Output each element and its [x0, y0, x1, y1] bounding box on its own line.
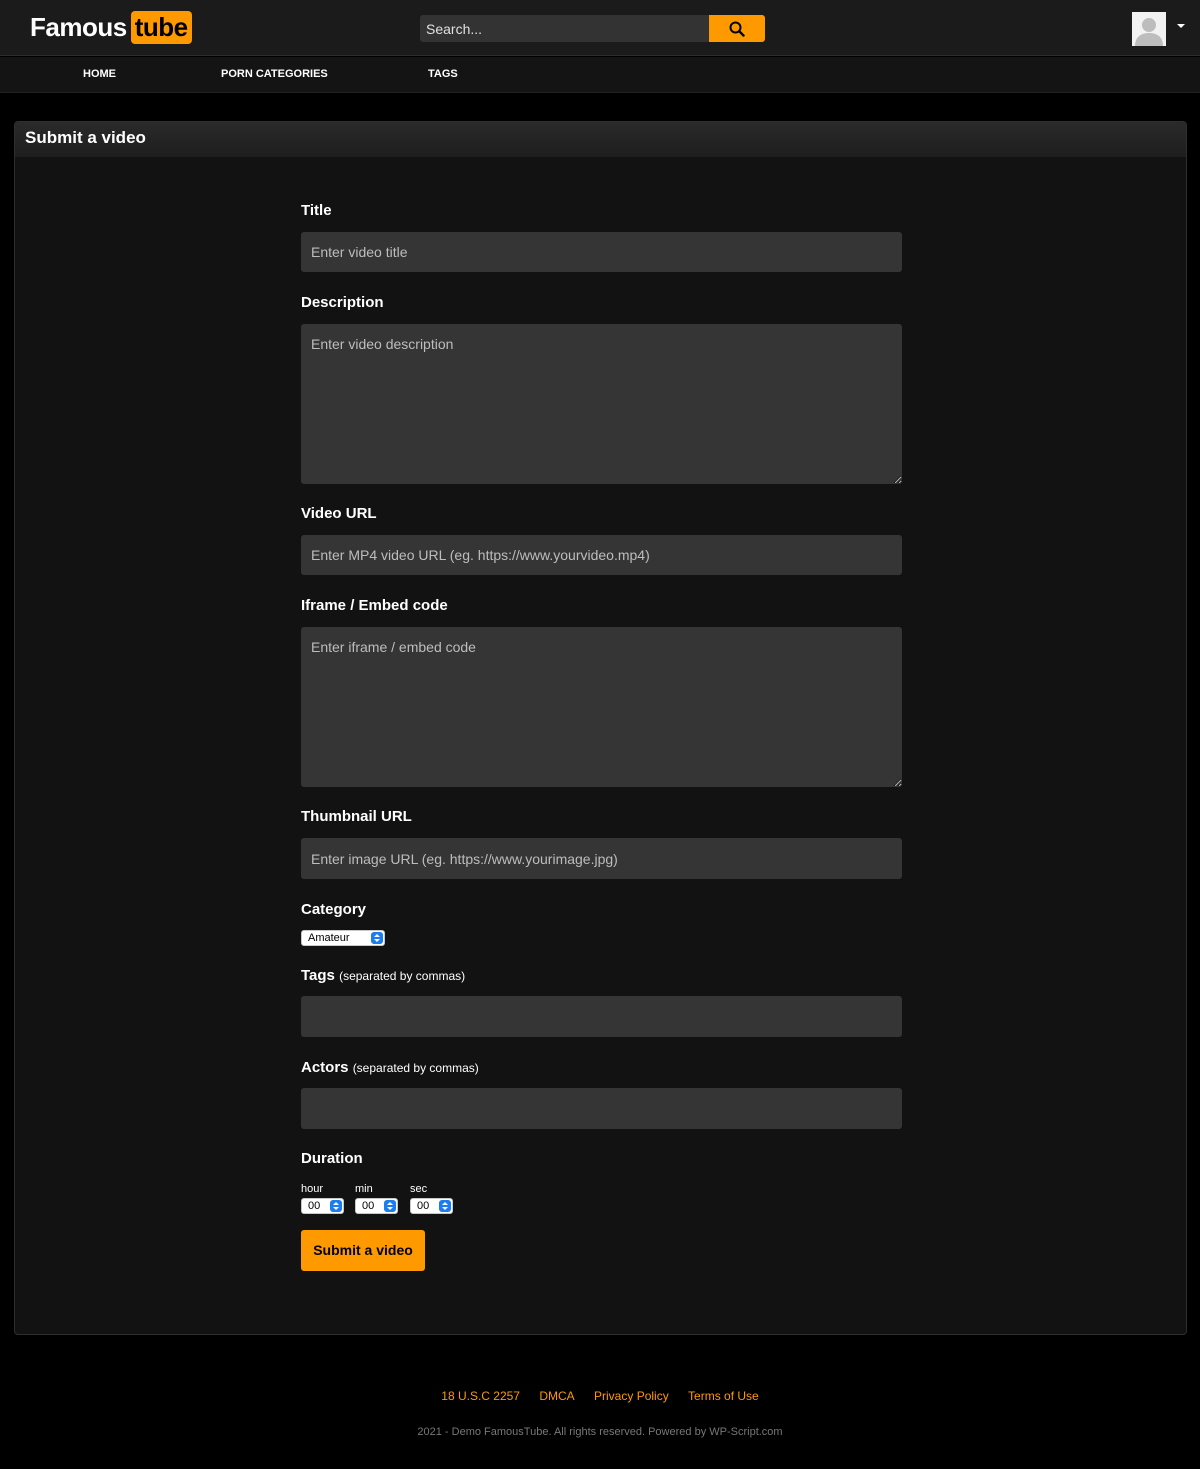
footer-links: 18 U.S.C 2257 DMCA Privacy Policy Terms … [0, 1389, 1200, 1403]
hour-select[interactable]: 00 [301, 1198, 344, 1214]
nav-item-tags[interactable]: TAGS [428, 68, 458, 80]
search-icon [729, 21, 745, 37]
video-url-label: Video URL [301, 505, 377, 522]
search-input[interactable] [420, 15, 709, 42]
thumbnail-input[interactable] [301, 838, 902, 879]
tags-label: Tags (separated by commas) [301, 967, 465, 984]
min-select[interactable]: 00 [355, 1198, 398, 1214]
user-menu-caret-icon[interactable] [1177, 24, 1185, 28]
video-url-input[interactable] [301, 535, 902, 575]
tags-label-text: Tags [301, 967, 335, 984]
min-value: 00 [362, 1200, 375, 1212]
hour-label: hour [301, 1183, 324, 1195]
actors-label-text: Actors [301, 1059, 349, 1076]
user-avatar-button[interactable] [1132, 12, 1166, 46]
category-select[interactable]: Amateur [301, 930, 385, 946]
top-header: Famous tube [0, 0, 1200, 56]
title-label: Title [301, 202, 332, 219]
embed-textarea[interactable] [301, 627, 902, 787]
submit-panel: Submit a video Title Description Video U… [14, 121, 1187, 1335]
site-logo[interactable]: Famous tube [30, 10, 192, 44]
sec-value: 00 [417, 1200, 430, 1212]
main-nav: HOME PORN CATEGORIES TAGS [0, 57, 1200, 93]
submit-video-button[interactable]: Submit a video [301, 1230, 425, 1271]
duration-label: Duration [301, 1150, 363, 1167]
footer-link-2257[interactable]: 18 U.S.C 2257 [441, 1389, 520, 1403]
nav-item-home[interactable]: HOME [83, 68, 116, 80]
description-label: Description [301, 294, 384, 311]
logo-text-famous: Famous [30, 11, 127, 42]
actors-hint: (separated by commas) [352, 1061, 479, 1075]
user-avatar-icon [1132, 12, 1166, 46]
page-title: Submit a video [25, 128, 146, 147]
category-label: Category [301, 901, 367, 918]
select-arrows-icon [384, 1200, 396, 1212]
select-arrows-icon [371, 932, 383, 944]
search-bar [420, 15, 765, 42]
footer-link-terms[interactable]: Terms of Use [688, 1389, 759, 1403]
min-label: min [355, 1183, 373, 1195]
tags-input[interactable] [301, 996, 902, 1037]
category-value: Amateur [308, 932, 350, 944]
search-button[interactable] [709, 15, 765, 42]
select-arrows-icon [330, 1200, 342, 1212]
footer-copyright: 2021 - Demo FamousTube. All rights reser… [417, 1426, 783, 1438]
logo-text-tube: tube [130, 10, 192, 44]
actors-input[interactable] [301, 1088, 902, 1129]
thumbnail-label: Thumbnail URL [301, 808, 412, 825]
hour-value: 00 [308, 1200, 321, 1212]
select-arrows-icon [439, 1200, 451, 1212]
sec-label: sec [410, 1183, 428, 1195]
sec-select[interactable]: 00 [410, 1198, 453, 1214]
title-input[interactable] [301, 232, 902, 272]
description-textarea[interactable] [301, 324, 902, 484]
footer-link-dmca[interactable]: DMCA [539, 1389, 574, 1403]
embed-label: Iframe / Embed code [301, 597, 448, 614]
nav-item-categories[interactable]: PORN CATEGORIES [221, 68, 328, 80]
tags-hint: (separated by commas) [339, 969, 466, 983]
footer-link-privacy[interactable]: Privacy Policy [594, 1389, 669, 1403]
actors-label: Actors (separated by commas) [301, 1059, 479, 1076]
panel-header: Submit a video [15, 122, 1186, 157]
